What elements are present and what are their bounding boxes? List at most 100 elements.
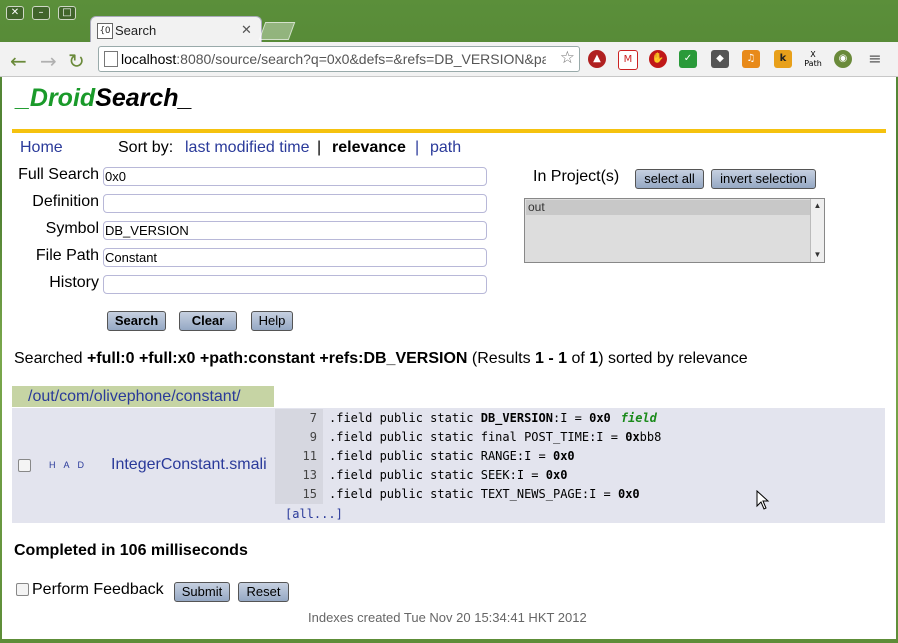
scroll-up-icon[interactable]: ▲ [811,200,824,212]
evernote-icon[interactable]: ◆ [711,50,729,68]
minimize-window-icon[interactable]: – [32,6,50,20]
gmail-icon[interactable]: M [618,50,638,70]
feedback-label: Perform Feedback [32,581,164,598]
project-select-list[interactable]: out ▲ ▼ [524,198,825,263]
code-line: 13 .field public static SEEK:I = 0x0 [275,466,885,485]
logo-part2: Search_ [95,84,193,112]
stop-icon[interactable]: ✋ [649,50,667,68]
bookmark-star-icon[interactable]: ☆ [560,48,575,68]
code-match: 0x0 [617,487,640,501]
summary-total: 1 [589,350,599,367]
xpath-icon[interactable]: X Path [804,50,822,68]
list-scrollbar[interactable]: ▲ ▼ [810,199,824,262]
code-text: .field public static SEEK:I = [329,468,546,482]
history-input[interactable] [103,275,487,294]
k-icon[interactable]: k [774,50,792,68]
select-all-button[interactable]: select all [635,169,704,189]
new-tab-button[interactable] [258,22,296,40]
full-search-input[interactable]: 0x0 [103,167,487,186]
page-content: _DroidSearch_ Home Sort by: last modifie… [2,77,896,639]
address-bar[interactable]: localhost:8080/source/search?q=0x0&defs=… [98,46,580,72]
sort-relevance-current: relevance [332,139,406,156]
menu-icon[interactable]: ≡ [866,50,884,68]
result-file-cell: H A D IntegerConstant.smali [12,408,274,523]
browser-toolbar: ← → ↻ localhost:8080/source/search?q=0x0… [0,42,898,77]
browser-tab[interactable]: {O Search ✕ [90,16,262,43]
url-text: localhost:8080/source/search?q=0x0&defs=… [121,51,546,67]
history-annotate-download-links[interactable]: H A D [49,460,87,470]
clear-button[interactable]: Clear [179,311,237,331]
line-number[interactable]: 11 [275,447,323,466]
code-match: 0x0 [589,411,611,425]
file-path-input[interactable]: Constant [103,248,487,267]
window-titlebar: ✕ – □ {O Search ✕ [0,0,898,43]
maximize-window-icon[interactable]: □ [58,6,76,20]
code-line: 7 .field public static DB_VERSION:I = 0x0… [275,409,885,428]
page-icon [104,51,118,67]
summary-suffix: ) sorted by relevance [598,350,748,367]
url-host: localhost [121,51,177,67]
reload-icon[interactable]: ↻ [68,49,85,73]
definition-input[interactable] [103,194,487,213]
summary-query: +full:0 +full:x0 +path:constant +refs:DB… [86,350,468,367]
project-option[interactable]: out [526,200,811,215]
symbol-input[interactable]: DB_VERSION [103,221,487,240]
summary-of: of [567,350,590,367]
code-line: 11 .field public static RANGE:I = 0x0 [275,447,885,466]
code-text: .field public static final POST_TIME:I = [329,430,626,444]
code-text: .field public static TEXT_NEWS_PAGE:I = [329,487,618,501]
result-file-link[interactable]: IntegerConstant.smali [111,456,267,474]
red-hat-icon[interactable]: ▲ [588,50,606,68]
result-checkbox[interactable] [18,459,31,472]
sort-last-modified-link[interactable]: last modified time [185,139,310,157]
summary-range: 1 - 1 [535,350,568,367]
owl-icon[interactable]: ◉ [834,50,852,68]
mouse-cursor-icon [756,490,770,510]
search-summary: Searched +full:0 +full:x0 +path:constant… [14,350,748,368]
code-match: 0x [625,430,640,444]
music-icon[interactable]: ♫ [742,50,760,68]
forward-icon[interactable]: → [40,49,57,73]
line-number[interactable]: 9 [275,428,323,447]
history-label: History [49,274,99,291]
line-number[interactable]: 13 [275,466,323,485]
help-button[interactable]: Help [251,311,293,331]
index-created-footer: Indexes created Tue Nov 20 15:34:41 HKT … [308,610,587,625]
back-icon[interactable]: ← [10,49,27,73]
code-text: :I = [552,411,590,425]
summary-results-open: (Results [467,350,536,367]
line-number[interactable]: 15 [275,485,323,504]
favicon-icon: {O [97,23,113,39]
close-tab-icon[interactable]: ✕ [241,22,252,38]
droidsearch-logo[interactable]: _DroidSearch_ [16,84,192,113]
submit-button[interactable]: Submit [174,582,230,602]
symbol-label: Symbol [45,220,99,237]
result-row: H A D IntegerConstant.smali 7 .field publ… [12,408,885,523]
code-text: .field public static RANGE:I = [329,449,553,463]
code-text: bb8 [639,430,662,444]
scroll-down-icon[interactable]: ▼ [811,249,824,261]
nav-separator: | [415,139,420,156]
sort-path-link[interactable]: path [430,139,461,157]
close-window-icon[interactable]: ✕ [6,6,24,20]
search-button[interactable]: Search [107,311,166,331]
nav-separator: | [317,139,322,156]
code-match: 0x0 [545,468,568,482]
result-directory-link[interactable]: /out/com/olivephone/constant/ [12,386,274,407]
code-symbol: DB_VERSION [480,411,553,425]
line-number[interactable]: 7 [275,409,323,428]
logo-part1: _Droid [16,84,96,112]
header-divider [12,129,886,133]
url-rest: :8080/source/search?q=0x0&defs=&refs=DB_… [176,51,546,67]
home-link[interactable]: Home [20,139,63,157]
tab-title: Search [115,23,157,38]
check-icon[interactable]: ✓ [679,50,697,68]
code-line: 15 .field public static TEXT_NEWS_PAGE:I … [275,485,885,504]
code-match: 0x0 [552,449,575,463]
code-text: .field public static [329,411,481,425]
summary-prefix: Searched [14,350,87,367]
feedback-checkbox[interactable] [16,583,29,596]
reset-button[interactable]: Reset [238,582,289,602]
invert-selection-button[interactable]: invert selection [711,169,816,189]
all-matches-link[interactable]: [all...] [285,507,343,521]
